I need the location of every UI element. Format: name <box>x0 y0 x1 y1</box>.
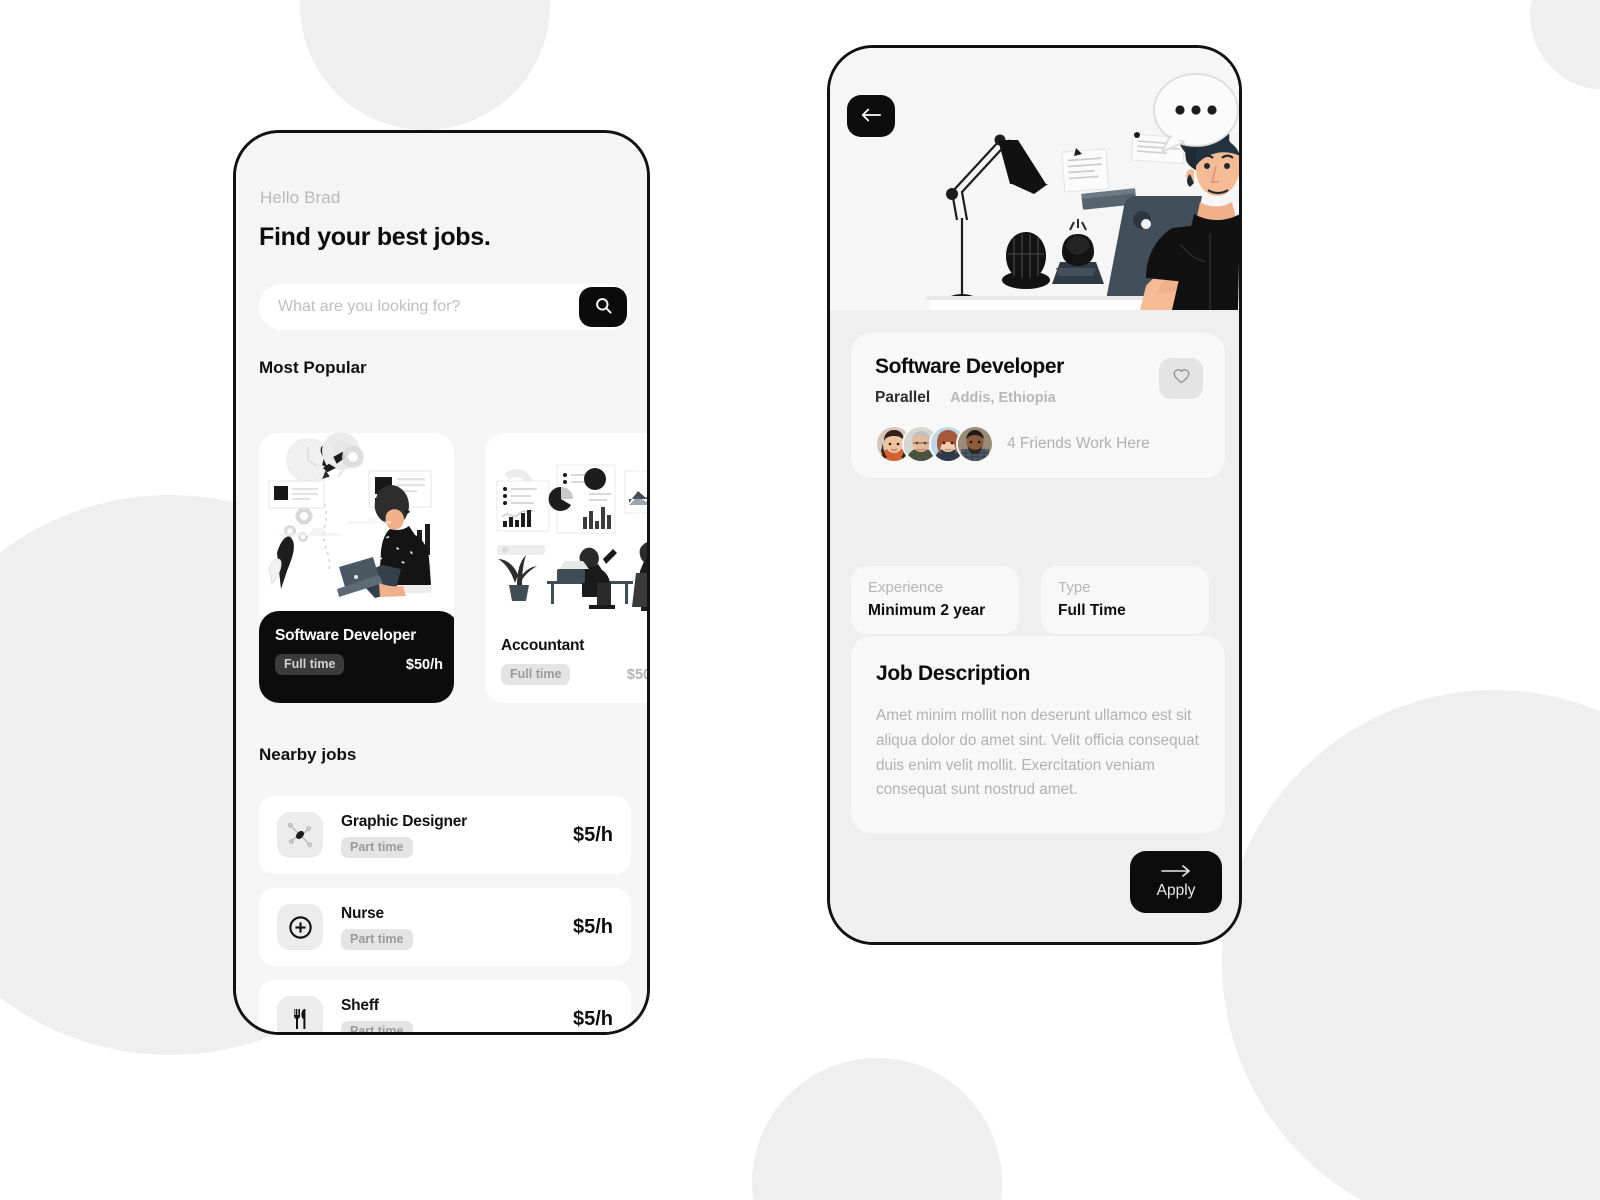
illustration-developer <box>259 433 454 613</box>
job-type-badge: Full time <box>501 664 571 685</box>
job-name: Sheff <box>341 996 379 1014</box>
list-item[interactable]: Graphic Designer Part time $5/h <box>259 796 631 874</box>
chip-value: Minimum 2 year <box>868 602 986 619</box>
arrow-left-icon <box>860 107 882 126</box>
plus-circle-icon <box>277 904 323 950</box>
arrow-right-icon <box>1161 864 1191 880</box>
illustration-accountant <box>485 433 647 613</box>
back-button[interactable] <box>847 95 895 137</box>
phone-mockup-home: Hello Brad Find your best jobs. Most Pop… <box>233 130 650 1035</box>
avatar <box>956 425 994 463</box>
section-title-popular: Most Popular <box>259 358 367 377</box>
job-rate: $50/h <box>405 656 443 673</box>
job-type-badge: Full time <box>275 654 345 675</box>
company-name: Parallel <box>875 389 931 406</box>
info-chip-experience: Experience Minimum 2 year <box>851 566 1019 634</box>
popular-job-name: Accountant <box>501 637 585 654</box>
home-screen: Hello Brad Find your best jobs. Most Pop… <box>236 133 647 1032</box>
job-type-badge: Part time <box>341 1020 413 1032</box>
apply-label: Apply <box>1156 881 1196 899</box>
friends-row: 4 Friends Work Here <box>875 425 1201 463</box>
screenshot-canvas: Hello Brad Find your best jobs. Most Pop… <box>0 0 1600 1200</box>
search-input[interactable] <box>278 287 558 327</box>
job-detail-screen: Software Developer Parallel Addis, Ethio… <box>830 48 1239 942</box>
job-rate: $5/h <box>572 1007 613 1030</box>
chip-label: Type <box>1058 579 1091 596</box>
avatar-group[interactable] <box>875 425 994 463</box>
job-rate: $5/h <box>572 823 613 846</box>
friends-count-label: 4 Friends Work Here <box>1007 435 1150 452</box>
job-rate: $5/h <box>572 915 613 938</box>
favorite-button[interactable] <box>1159 358 1203 399</box>
popular-job-name: Software Developer <box>275 627 417 644</box>
cutlery-icon <box>277 996 323 1032</box>
job-summary-card: Software Developer Parallel Addis, Ethio… <box>851 333 1225 478</box>
list-item[interactable]: Nurse Part time $5/h <box>259 888 631 966</box>
page-title: Find your best jobs. <box>259 223 491 251</box>
job-type-badge: Part time <box>341 928 413 950</box>
search-bar <box>259 284 631 330</box>
job-info-chips: Experience Minimum 2 year Type Full Time <box>851 566 1209 634</box>
popular-jobs-carousel[interactable]: Software Developer Full time $50/h Accou… <box>259 433 647 703</box>
search-icon <box>594 296 613 318</box>
search-button[interactable] <box>579 287 627 327</box>
chip-value: Full Time <box>1058 602 1126 619</box>
phone-mockup-detail: Software Developer Parallel Addis, Ethio… <box>827 45 1242 945</box>
pen-tool-icon <box>277 812 323 858</box>
job-name: Graphic Designer <box>341 812 468 830</box>
job-name: Nurse <box>341 904 384 922</box>
nearby-jobs-list: Graphic Designer Part time $5/h Nurse Pa… <box>259 796 631 1032</box>
apply-button[interactable]: Apply <box>1130 851 1222 913</box>
section-title-nearby: Nearby jobs <box>259 745 357 764</box>
description-body: Amet minim mollit non deserunt ullamco e… <box>876 707 1199 799</box>
popular-job-card-software-developer[interactable]: Software Developer Full time $50/h <box>259 433 454 703</box>
illustration-remote-worker <box>830 48 1239 310</box>
job-description-card: Job Description Amet minim mollit non de… <box>851 636 1225 834</box>
popular-card-meta: Accountant Full time $50/h <box>485 619 647 703</box>
decorative-circle-right <box>1222 690 1600 1200</box>
decorative-circle-top-right <box>1530 0 1600 90</box>
popular-card-meta: Software Developer Full time $50/h <box>259 611 454 703</box>
hero-illustration-area <box>830 48 1239 310</box>
job-location: Addis, Ethiopia <box>950 390 1056 406</box>
chip-label: Experience <box>868 579 944 596</box>
greeting-text: Hello Brad <box>260 188 341 207</box>
description-title: Job Description <box>876 662 1031 685</box>
list-item[interactable]: Sheff Part time $5/h <box>259 980 631 1032</box>
decorative-circle-bottom <box>752 1058 1002 1200</box>
popular-job-card-accountant[interactable]: Accountant Full time $50/h <box>485 433 647 703</box>
job-type-badge: Part time <box>341 836 413 858</box>
job-title: Software Developer <box>875 355 1064 378</box>
job-rate: $50/h <box>626 666 647 683</box>
decorative-circle-top <box>300 0 550 130</box>
heart-icon <box>1171 367 1192 390</box>
info-chip-type: Type Full Time <box>1041 566 1209 634</box>
